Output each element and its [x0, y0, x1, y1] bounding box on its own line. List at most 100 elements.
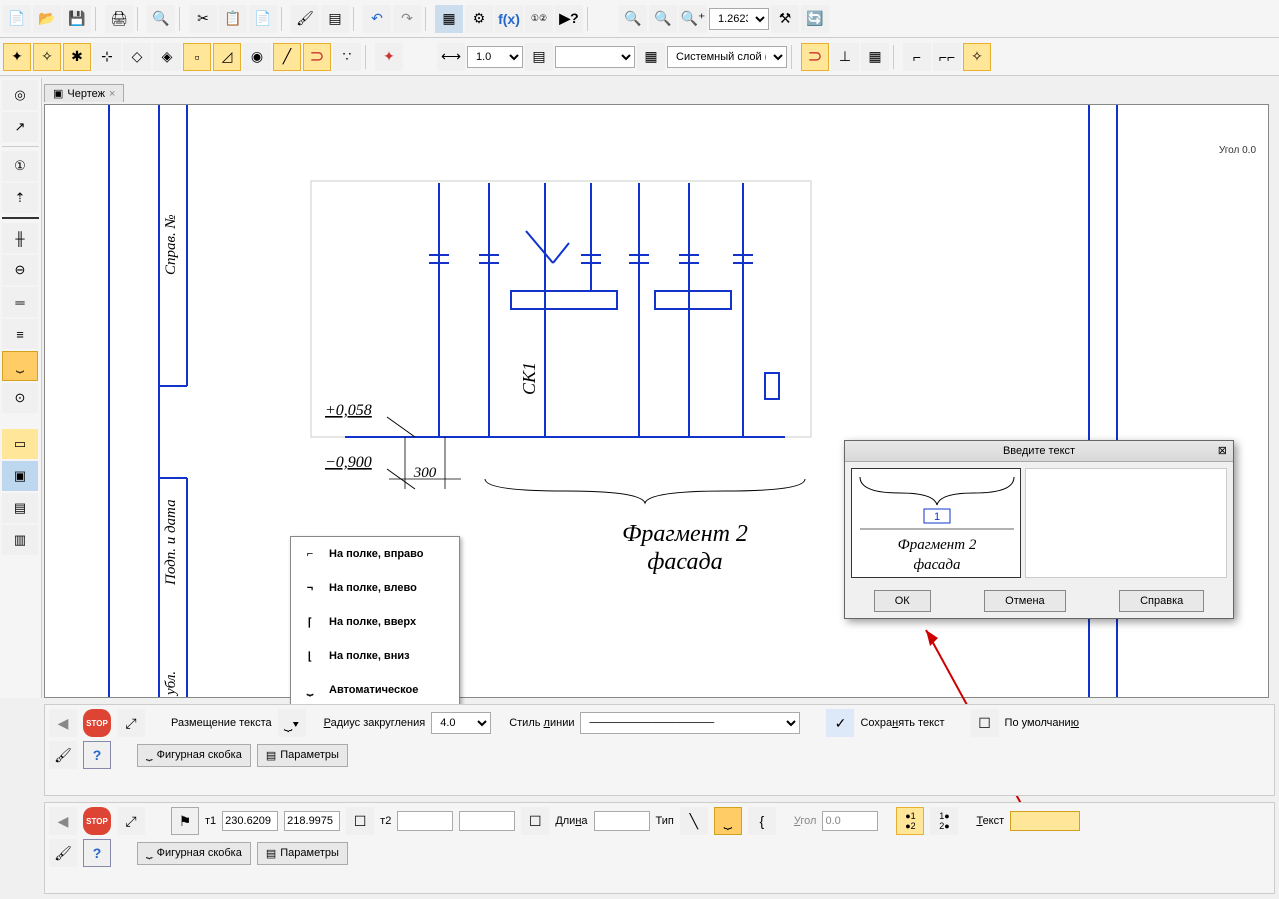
refresh-button[interactable]: 🔄 — [801, 5, 829, 33]
help-button[interactable]: Справка — [1119, 590, 1204, 612]
library-button[interactable]: ▦ — [435, 5, 463, 33]
flag-button[interactable]: ⚑ — [171, 807, 199, 835]
tool-lines[interactable]: ≡ — [2, 319, 38, 349]
snap-1-button[interactable]: ✦ — [3, 43, 31, 71]
default-toggle[interactable]: ☐ — [971, 709, 999, 737]
properties-button[interactable]: ▤ — [321, 5, 349, 33]
zoom-window-button[interactable]: 🔍 — [619, 5, 647, 33]
help-cursor-button[interactable]: ▶? — [555, 5, 583, 33]
perpendicular-button[interactable]: ⊥ — [831, 43, 859, 71]
tool-dim-up[interactable]: ⇡ — [2, 183, 38, 213]
type-brace-button[interactable]: ⏟ — [714, 807, 742, 835]
stop-button-1[interactable]: STOP — [83, 709, 111, 737]
stop-button-2[interactable]: STOP — [83, 807, 111, 835]
length-input[interactable] — [594, 811, 650, 831]
snap-5-button[interactable]: ◇ — [123, 43, 151, 71]
radius-select[interactable]: 4.0 — [431, 712, 491, 734]
close-icon[interactable]: × — [109, 88, 115, 100]
snap-3-button[interactable]: ✱ — [63, 43, 91, 71]
save-text-toggle[interactable]: ✓ — [826, 709, 854, 737]
placement-option-up[interactable]: ⌈На полке, вверх — [291, 605, 459, 639]
fit-button-2[interactable]: ⤢ — [117, 807, 145, 835]
line-weight-select[interactable]: 1.0 — [467, 46, 523, 68]
tab-drawing[interactable]: ▣ Чертеж × — [44, 84, 124, 102]
tool-layer2[interactable]: ▤ — [2, 493, 38, 523]
length-flag-button[interactable]: ☐ — [521, 807, 549, 835]
help-button-2[interactable]: ? — [83, 839, 111, 867]
type-line-button[interactable]: ╲ — [680, 807, 708, 835]
print-button[interactable]: 🖨 — [105, 5, 133, 33]
help-button-1[interactable]: ? — [83, 741, 111, 769]
save-file-button[interactable]: 💾 — [63, 5, 91, 33]
ortho-button[interactable]: ✧ — [963, 43, 991, 71]
tool-intersect[interactable]: ╫ — [2, 223, 38, 253]
tool-rect[interactable]: ▭ — [2, 429, 38, 459]
placement-option-auto[interactable]: ⏟Автоматическое — [291, 673, 459, 707]
cancel-button[interactable]: Отмена — [984, 590, 1065, 612]
angle-input[interactable] — [822, 811, 878, 831]
linetype-button-a[interactable]: ▤ — [525, 43, 553, 71]
function-button[interactable]: f(x) — [495, 5, 523, 33]
confirm-button-2[interactable]: ◀ — [49, 807, 77, 835]
placement-option-down[interactable]: ⌊На полке, вниз — [291, 639, 459, 673]
tab-brace-2[interactable]: ⏟Фигурная скобка — [137, 842, 251, 865]
tool-layer3[interactable]: ▥ — [2, 525, 38, 555]
new-file-button[interactable]: 📄 — [3, 5, 31, 33]
snap-2-button[interactable]: ✧ — [33, 43, 61, 71]
brush-button[interactable]: 🖌 — [291, 5, 319, 33]
zoom-level-select[interactable]: 1.2623 — [709, 8, 769, 30]
tool-search[interactable]: ⊙ — [2, 383, 38, 413]
numbered-button[interactable]: ①② — [525, 5, 553, 33]
opt-1-button[interactable]: ●1●2 — [896, 807, 924, 835]
coord-button[interactable]: ⌐ — [903, 43, 931, 71]
placement-option-left[interactable]: ¬На полке, влево — [291, 571, 459, 605]
preview-button[interactable]: 🔍 — [147, 5, 175, 33]
snap-4-button[interactable]: ⊹ — [93, 43, 121, 71]
zoom-fit-button[interactable]: 🔍 — [649, 5, 677, 33]
dialog-text-area[interactable] — [1025, 468, 1227, 578]
copy-button[interactable]: 📋 — [219, 5, 247, 33]
t1-x-input[interactable] — [222, 811, 278, 831]
t2-x-input[interactable] — [397, 811, 453, 831]
tab-params-1[interactable]: ▤Параметры — [257, 744, 348, 767]
t2-y-input[interactable] — [459, 811, 515, 831]
type-bracket-button[interactable]: { — [748, 807, 776, 835]
tool-brace[interactable]: ⏟ — [2, 351, 38, 381]
snap-crosshair-button[interactable]: ✦ — [375, 43, 403, 71]
layer-button-a[interactable]: ▦ — [637, 43, 665, 71]
open-file-button[interactable]: 📂 — [33, 5, 61, 33]
snap-11-button[interactable]: ∵ — [333, 43, 361, 71]
linetype-select[interactable] — [555, 46, 635, 68]
line-style-select[interactable]: ──────────────── — [580, 712, 800, 734]
snap-8-button[interactable]: ◿ — [213, 43, 241, 71]
tool-circle[interactable]: ◎ — [2, 80, 38, 110]
snap-7-button[interactable]: ▫ — [183, 43, 211, 71]
tool-symbol[interactable]: ⊖ — [2, 255, 38, 285]
confirm-button-1[interactable]: ◀ — [49, 709, 77, 737]
t2-flag-button[interactable]: ☐ — [346, 807, 374, 835]
ok-button[interactable]: ОК — [874, 590, 931, 612]
tool-num1[interactable]: ① — [2, 151, 38, 181]
paste-button[interactable]: 📄 — [249, 5, 277, 33]
step-button[interactable]: ⌐⌐ — [933, 43, 961, 71]
undo-button[interactable]: ↶ — [363, 5, 391, 33]
snap-6-button[interactable]: ◈ — [153, 43, 181, 71]
brush-button-1[interactable]: 🖌 — [49, 741, 77, 769]
dim-button[interactable]: ⟷ — [437, 43, 465, 71]
grid-button[interactable]: ▦ — [861, 43, 889, 71]
tab-brace-1[interactable]: ⏟Фигурная скобка — [137, 744, 251, 767]
cut-button[interactable]: ✂ — [189, 5, 217, 33]
brush-button-2[interactable]: 🖌 — [49, 839, 77, 867]
redo-button[interactable]: ↷ — [393, 5, 421, 33]
zoom-in-button[interactable]: 🔍⁺ — [679, 5, 707, 33]
tab-params-2[interactable]: ▤Параметры — [257, 842, 348, 865]
opt-2-button[interactable]: 1●2● — [930, 807, 958, 835]
placement-dropdown[interactable]: ⏟▾ — [278, 709, 306, 737]
tool-arrow[interactable]: ↗ — [2, 112, 38, 142]
tool-line2[interactable]: ═ — [2, 287, 38, 317]
text-input[interactable] — [1010, 811, 1080, 831]
layer-select[interactable]: Системный слой ( — [667, 46, 787, 68]
snap-10-button[interactable]: ╱ — [273, 43, 301, 71]
fit-button-1[interactable]: ⤢ — [117, 709, 145, 737]
tool-a-button[interactable]: ⚒ — [771, 5, 799, 33]
